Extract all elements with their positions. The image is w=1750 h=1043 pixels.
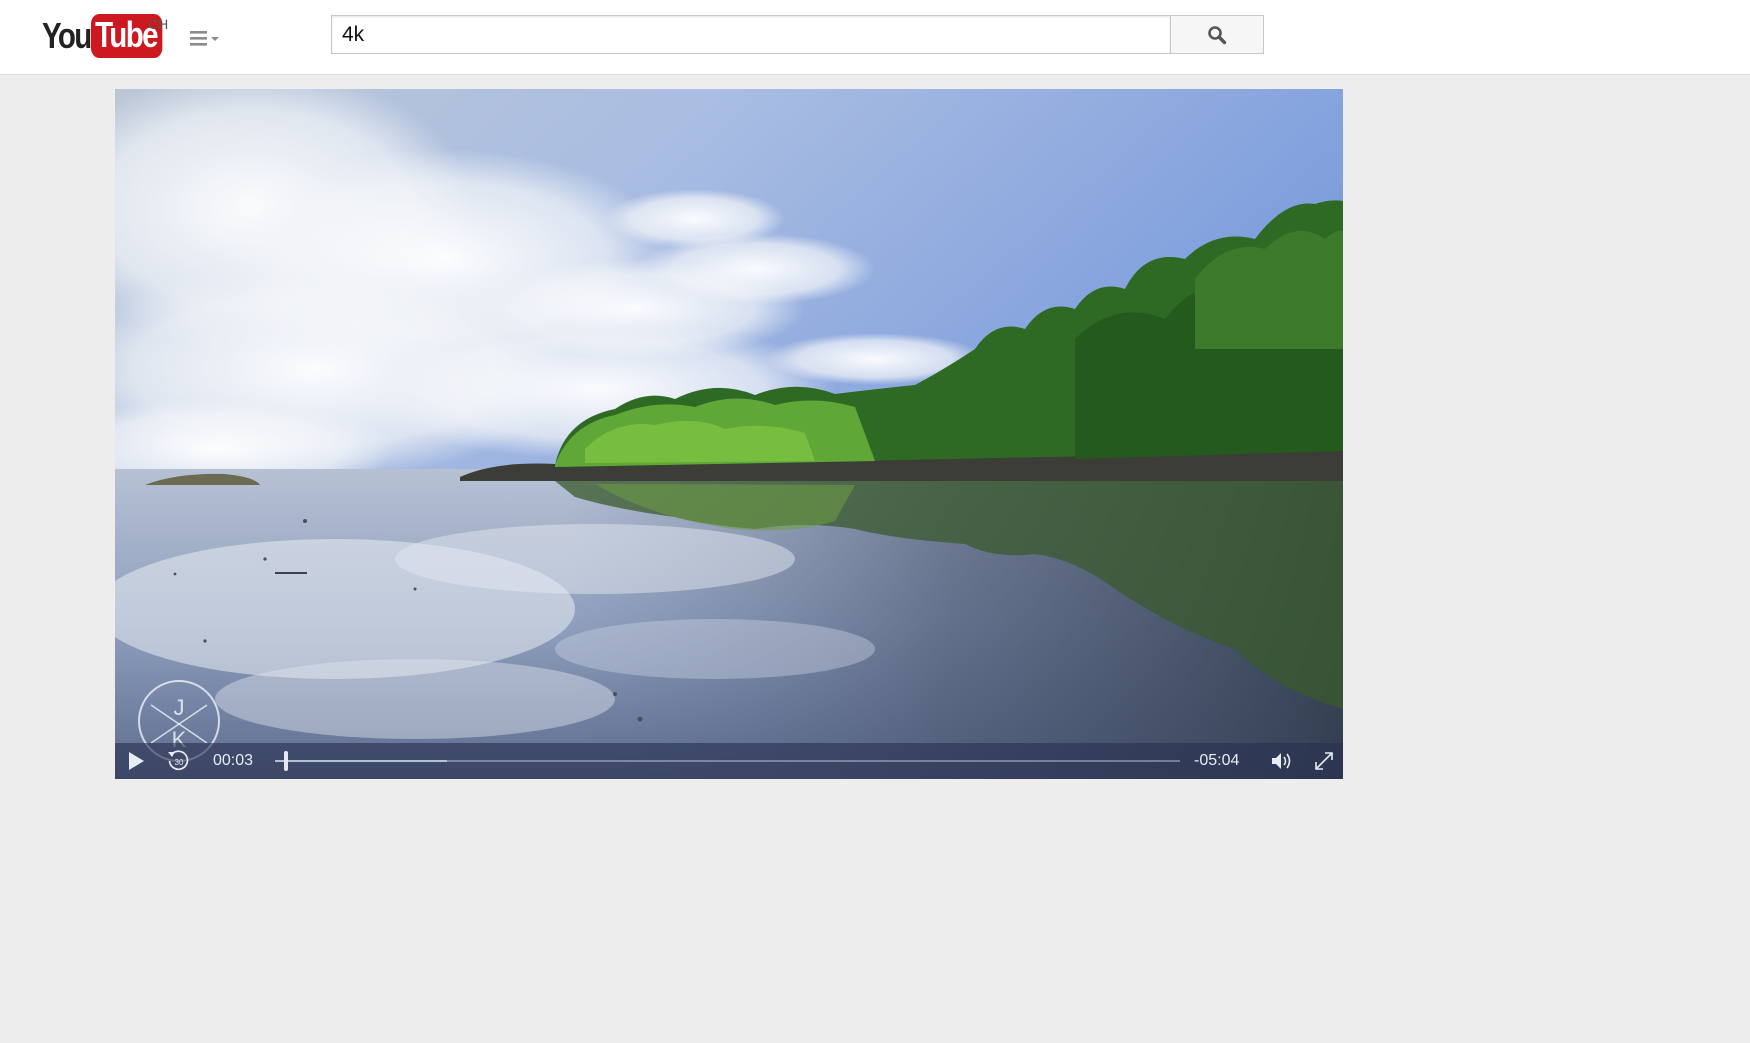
volume-icon [1272, 753, 1291, 769]
play-icon [129, 752, 144, 770]
logo-you-text: You [42, 15, 92, 56]
video-frame[interactable] [115, 89, 1343, 779]
play-button[interactable] [121, 743, 151, 779]
skip-back-label: 30 [175, 758, 184, 767]
rewind-30-icon: 30 [168, 750, 189, 771]
progress-buffered [275, 760, 447, 762]
video-player[interactable]: J K 30 00:03 -05:04 [115, 89, 1343, 779]
progress-bar[interactable] [275, 760, 1180, 762]
search-box [331, 15, 1170, 54]
country-code: CH [148, 16, 169, 32]
search-icon [1208, 25, 1227, 44]
remaining-time: -05:04 [1194, 752, 1240, 769]
guide-menu-button[interactable] [188, 28, 224, 50]
search-button[interactable] [1170, 15, 1264, 54]
progress-handle[interactable] [284, 751, 288, 771]
volume-button[interactable] [1267, 743, 1297, 779]
menu-icon [190, 31, 219, 46]
fullscreen-icon [1315, 752, 1333, 770]
fullscreen-button[interactable] [1309, 743, 1339, 779]
player-control-bar: 30 00:03 -05:04 [115, 743, 1343, 779]
skip-back-button[interactable]: 30 [163, 743, 193, 779]
search-input[interactable] [332, 16, 1162, 53]
watermark-letter-j: J [174, 695, 185, 720]
masthead: You Tube CH [0, 0, 1750, 75]
current-time: 00:03 [213, 752, 254, 769]
